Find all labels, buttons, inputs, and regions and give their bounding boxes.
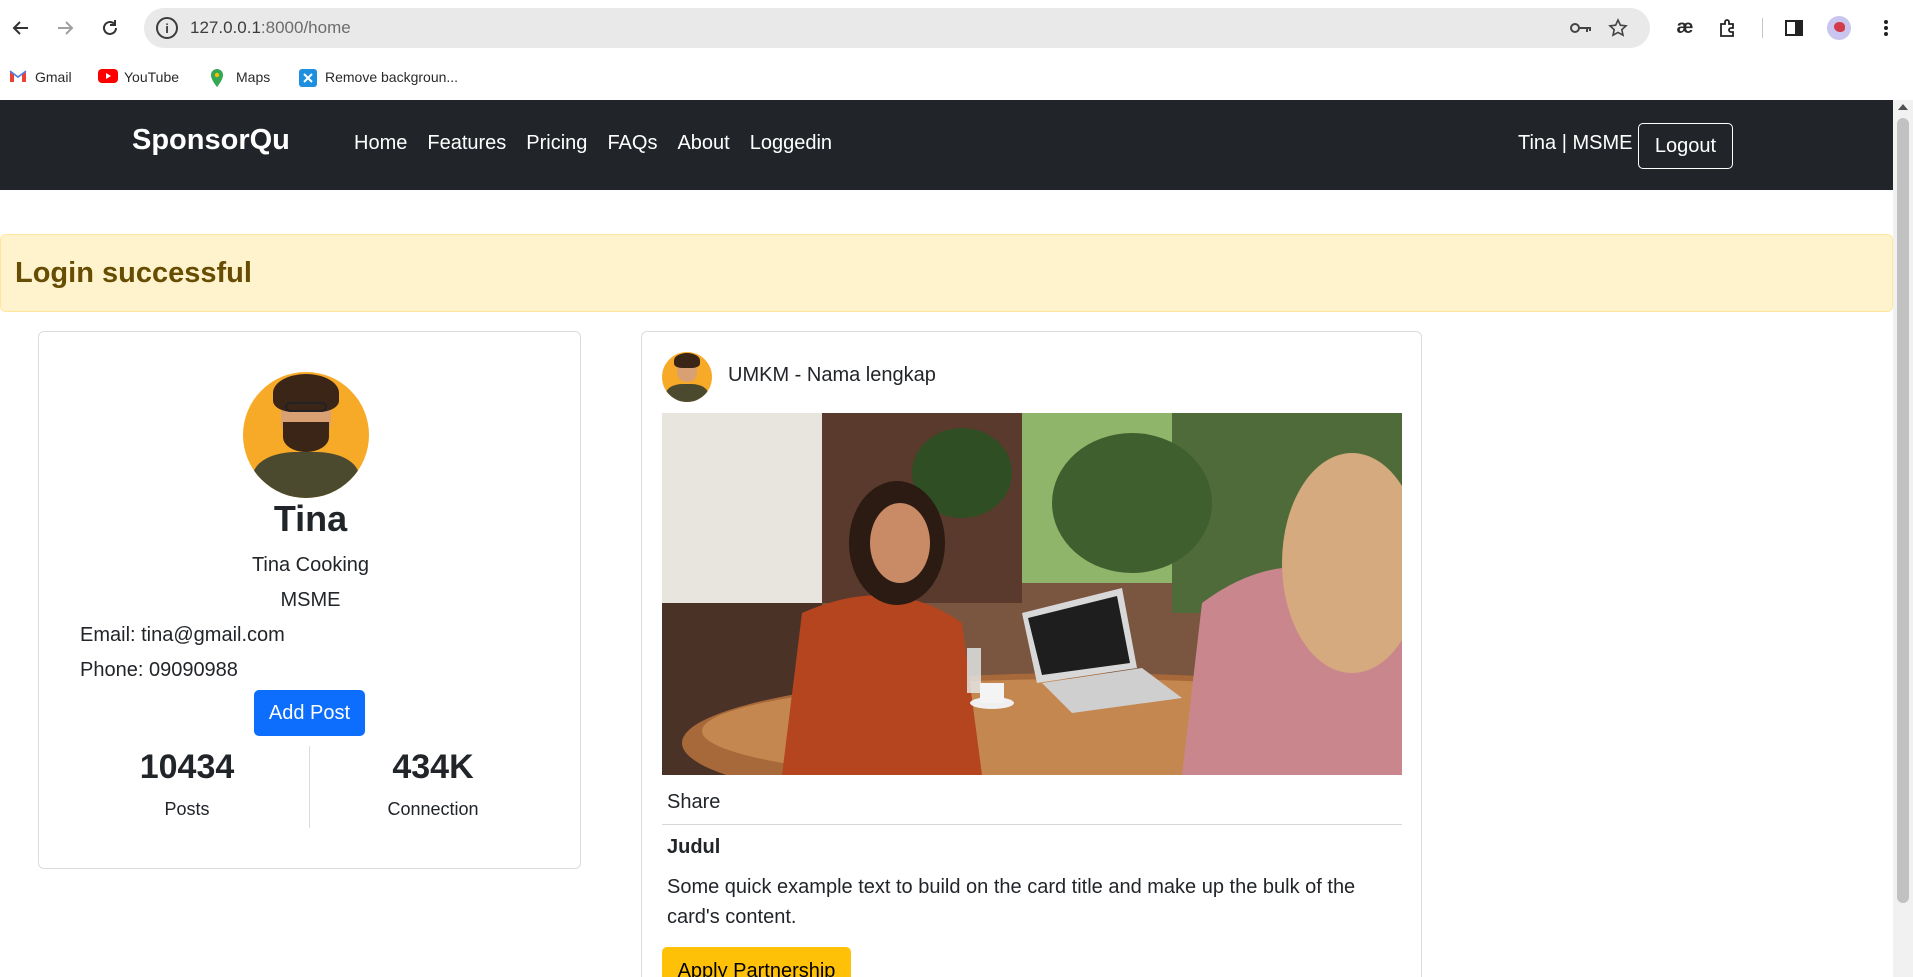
bookmark-youtube[interactable]: YouTube bbox=[98, 65, 179, 89]
nav-link-features[interactable]: Features bbox=[427, 132, 506, 155]
bookmark-gmail[interactable]: Gmail bbox=[9, 65, 72, 89]
remove-bg-icon bbox=[299, 69, 317, 87]
profile-business: Tina Cooking bbox=[251, 554, 370, 576]
profile-name: Tina bbox=[273, 498, 348, 539]
success-alert: Login successful bbox=[0, 234, 1893, 312]
nav-link-faqs[interactable]: FAQs bbox=[607, 132, 657, 155]
profile-email: Email: tina@gmail.com bbox=[80, 624, 285, 646]
share-link[interactable]: Share bbox=[667, 791, 720, 814]
stat-connections: 434K Connection bbox=[333, 742, 533, 820]
browser-toolbar: i 127.0.0.1:8000/home æ bbox=[0, 0, 1913, 56]
nav-link-pricing[interactable]: Pricing bbox=[526, 132, 587, 155]
scroll-up-arrow-icon[interactable] bbox=[1898, 104, 1908, 110]
stat-posts: 10434 Posts bbox=[87, 742, 287, 820]
forward-icon[interactable] bbox=[51, 14, 79, 42]
extension-ae-icon[interactable]: æ bbox=[1671, 14, 1699, 42]
profile-avatar-icon[interactable] bbox=[1827, 16, 1851, 40]
logout-button[interactable]: Logout bbox=[1638, 123, 1733, 169]
post-image bbox=[662, 413, 1402, 775]
youtube-icon bbox=[98, 69, 118, 85]
stat-connections-value: 434K bbox=[392, 748, 474, 786]
profile-avatar bbox=[243, 372, 369, 498]
site-info-icon[interactable]: i bbox=[156, 17, 178, 39]
bookmark-star-icon[interactable] bbox=[1607, 17, 1629, 39]
profile-card: Tina Tina Cooking MSME Email: tina@gmail… bbox=[38, 331, 581, 869]
password-key-icon[interactable] bbox=[1570, 17, 1592, 39]
scrollbar-thumb[interactable] bbox=[1897, 118, 1909, 903]
bookmark-remove-bg[interactable]: Remove backgroun... bbox=[299, 65, 458, 89]
stat-connections-label: Connection bbox=[387, 799, 479, 819]
bookmark-maps[interactable]: Maps bbox=[210, 65, 270, 89]
page-viewport: SponsorQu Home Features Pricing FAQs Abo… bbox=[0, 100, 1893, 977]
stat-posts-value: 10434 bbox=[139, 748, 235, 786]
profile-phone: Phone: 09090988 bbox=[80, 659, 238, 681]
nav-link-about[interactable]: About bbox=[677, 132, 729, 155]
alert-message: Login successful bbox=[15, 257, 252, 289]
address-bar[interactable]: i 127.0.0.1:8000/home bbox=[144, 8, 1650, 48]
stat-posts-label: Posts bbox=[164, 799, 210, 819]
post-divider bbox=[662, 824, 1402, 825]
reload-icon[interactable] bbox=[96, 14, 124, 42]
nav-link-home[interactable]: Home bbox=[354, 132, 407, 155]
bookmarks-bar: Gmail YouTube Maps Remove backgroun... bbox=[0, 56, 1913, 100]
menu-kebab-icon[interactable] bbox=[1872, 14, 1900, 42]
nav-links: Home Features Pricing FAQs About Loggedi… bbox=[354, 132, 832, 155]
post-author-avatar bbox=[662, 352, 712, 402]
toolbar-divider bbox=[1762, 18, 1763, 38]
post-card: UMKM - Nama lengkap Share Judul Some qui… bbox=[641, 331, 1422, 977]
maps-icon bbox=[210, 69, 228, 87]
gmail-icon bbox=[9, 69, 27, 85]
add-post-button[interactable]: Add Post bbox=[254, 690, 365, 736]
site-navbar: SponsorQu Home Features Pricing FAQs Abo… bbox=[0, 100, 1893, 190]
stat-divider bbox=[309, 746, 310, 828]
post-author-name: UMKM - Nama lengkap bbox=[728, 364, 936, 386]
current-user-label: Tina | MSME bbox=[1518, 132, 1633, 154]
back-icon[interactable] bbox=[7, 14, 35, 42]
post-body: Some quick example text to build on the … bbox=[667, 876, 1356, 928]
page-scrollbar[interactable] bbox=[1893, 100, 1913, 977]
nav-link-loggedin[interactable]: Loggedin bbox=[750, 132, 832, 155]
url-text: 127.0.0.1:8000/home bbox=[190, 18, 351, 37]
post-title: Judul bbox=[667, 836, 721, 858]
extensions-puzzle-icon[interactable] bbox=[1714, 14, 1742, 42]
side-panel-icon[interactable] bbox=[1780, 14, 1808, 42]
profile-role: MSME bbox=[280, 589, 341, 611]
apply-partnership-button[interactable]: Apply Partnership bbox=[662, 947, 851, 977]
brand-logo[interactable]: SponsorQu bbox=[132, 124, 290, 157]
